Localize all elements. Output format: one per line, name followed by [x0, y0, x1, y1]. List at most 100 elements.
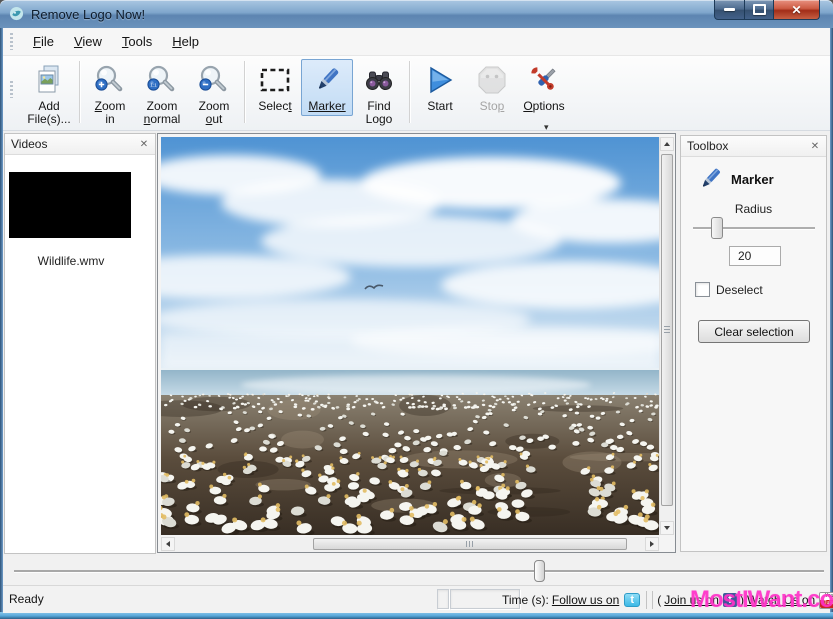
label-text: ools [128, 34, 152, 49]
label-line: Options [523, 100, 564, 113]
label-line: Start [427, 100, 452, 113]
time-label: Time (s): [502, 593, 549, 607]
join-us-link[interactable]: Join us on [664, 593, 719, 607]
vertical-scrollbar[interactable] [659, 137, 674, 535]
close-button[interactable]: ✕ [773, 0, 820, 20]
titlebar[interactable]: Remove Logo Now! ✕ [0, 0, 833, 28]
watch-us-link[interactable]: Watch Us on [747, 593, 815, 607]
videos-panel-close-icon[interactable]: ✕ [137, 137, 151, 151]
toolbar-button-find-logo[interactable]: FindLogo [353, 59, 405, 129]
radius-slider-thumb[interactable] [711, 217, 723, 239]
label-line: normal [144, 113, 181, 126]
toolbar-button-stop: Stop [466, 59, 518, 116]
toolbar-button-label: AddFile(s)... [27, 100, 70, 126]
menu-item-help[interactable]: Help [162, 29, 209, 54]
app-icon [9, 6, 24, 21]
twitter-icon[interactable]: t [624, 593, 640, 607]
label-text: ormal [150, 112, 180, 126]
facebook-icon[interactable]: f [723, 593, 737, 607]
youtube-icon[interactable]: You Tube [819, 592, 833, 609]
video-frame-image [161, 137, 659, 535]
scroll-down-button[interactable] [660, 521, 674, 535]
start-icon [423, 63, 457, 97]
status-cell-small [437, 589, 449, 609]
arrow-left-icon [163, 541, 170, 547]
stop-icon [475, 63, 509, 97]
timeline-thumb[interactable] [534, 560, 545, 582]
label-text: Marker [308, 99, 345, 113]
menu-items: FileViewToolsHelp [23, 29, 209, 54]
label-line: Select [258, 100, 291, 113]
videos-panel: Videos ✕ Wildlife.wmv [4, 133, 156, 554]
label-line: Marker [308, 100, 345, 113]
toolbar-button-label: Marker [308, 100, 345, 113]
toolbar-gripper[interactable] [10, 81, 13, 98]
toolbar-button-zoom-in[interactable]: Zoomin [84, 59, 136, 129]
marker-icon [310, 63, 344, 97]
toolbar-overflow-icon[interactable]: ▾ [544, 122, 549, 133]
active-tool-name: Marker [731, 172, 774, 187]
radius-input[interactable] [729, 246, 781, 266]
radius-slider[interactable] [693, 216, 815, 240]
toolbar-button-zoom-normal[interactable]: 1:1Zoomnormal [136, 59, 188, 129]
label-line: in [95, 113, 126, 126]
maximize-button[interactable] [745, 0, 773, 20]
toolbar-button-marker[interactable]: Marker [301, 59, 353, 116]
clear-selection-button[interactable]: Clear selection [698, 320, 810, 343]
video-thumbnail[interactable] [9, 172, 131, 238]
menu-item-file[interactable]: File [23, 29, 64, 54]
arrow-up-icon [664, 139, 670, 146]
minimize-button[interactable] [714, 0, 745, 20]
timeline-track[interactable] [14, 570, 824, 572]
window-controls: ✕ [714, 0, 820, 20]
toolbar-separator [244, 61, 245, 123]
status-text: Ready [9, 592, 44, 606]
toolbar-button-options[interactable]: Options [518, 59, 570, 116]
vertical-scroll-thumb[interactable] [661, 154, 673, 506]
close-icon: ✕ [791, 3, 801, 17]
toolbar-separator [409, 61, 410, 123]
scroll-up-button[interactable] [660, 137, 674, 151]
menu-item-view[interactable]: View [64, 29, 112, 54]
youtube-icon-top: You [820, 593, 833, 601]
follow-us-link[interactable]: Follow us on [552, 593, 619, 607]
toolbar-button-add-files[interactable]: AddFile(s)... [23, 59, 75, 129]
deselect-checkbox[interactable] [695, 282, 710, 297]
youtube-icon-bottom: Tube [820, 600, 833, 608]
scroll-right-button[interactable] [645, 537, 659, 551]
label-line: Logo [366, 113, 393, 126]
toolbox-panel-close-icon[interactable]: ✕ [808, 139, 822, 153]
label-text: Zoom [147, 99, 178, 113]
toolbar-button-label: Stop [480, 100, 505, 113]
label-line: out [199, 113, 230, 126]
toolbar-button-zoom-out[interactable]: Zoomout [188, 59, 240, 129]
horizontal-scrollbar[interactable] [161, 537, 659, 552]
label-text: Find [367, 99, 390, 113]
radius-label: Radius [681, 202, 826, 216]
select-icon [258, 63, 292, 97]
menu-item-tools[interactable]: Tools [112, 29, 162, 54]
zoom-out-icon [197, 63, 231, 97]
label-text: ile [41, 34, 54, 49]
window-title: Remove Logo Now! [31, 7, 145, 22]
label-text: Selec [258, 99, 288, 113]
video-filename[interactable]: Wildlife.wmv [5, 254, 137, 268]
label-text: Zoom [199, 99, 230, 113]
label-text: elp [182, 34, 199, 49]
find-logo-icon [362, 63, 396, 97]
label-text: Z [95, 99, 102, 113]
app-window: Remove Logo Now! ✕ FileViewToolsHelp Add… [0, 0, 833, 619]
scroll-left-button[interactable] [161, 537, 175, 551]
toolbar-button-select[interactable]: Select [249, 59, 301, 116]
horizontal-scroll-thumb[interactable] [313, 538, 627, 550]
label-line: Stop [480, 100, 505, 113]
menubar-gripper[interactable] [10, 33, 13, 50]
toolbox-panel-header: Toolbox ✕ [681, 136, 826, 157]
join-close-paren: ) [740, 593, 744, 607]
toolbar-button-label: Options [523, 100, 564, 113]
toolbar-button-start[interactable]: Start [414, 59, 466, 116]
video-frame[interactable] [161, 137, 659, 535]
toolbar: AddFile(s)...Zoomin1:1ZoomnormalZoomoutS… [3, 56, 830, 131]
marker-icon [693, 164, 727, 194]
label-text: in [105, 112, 114, 126]
